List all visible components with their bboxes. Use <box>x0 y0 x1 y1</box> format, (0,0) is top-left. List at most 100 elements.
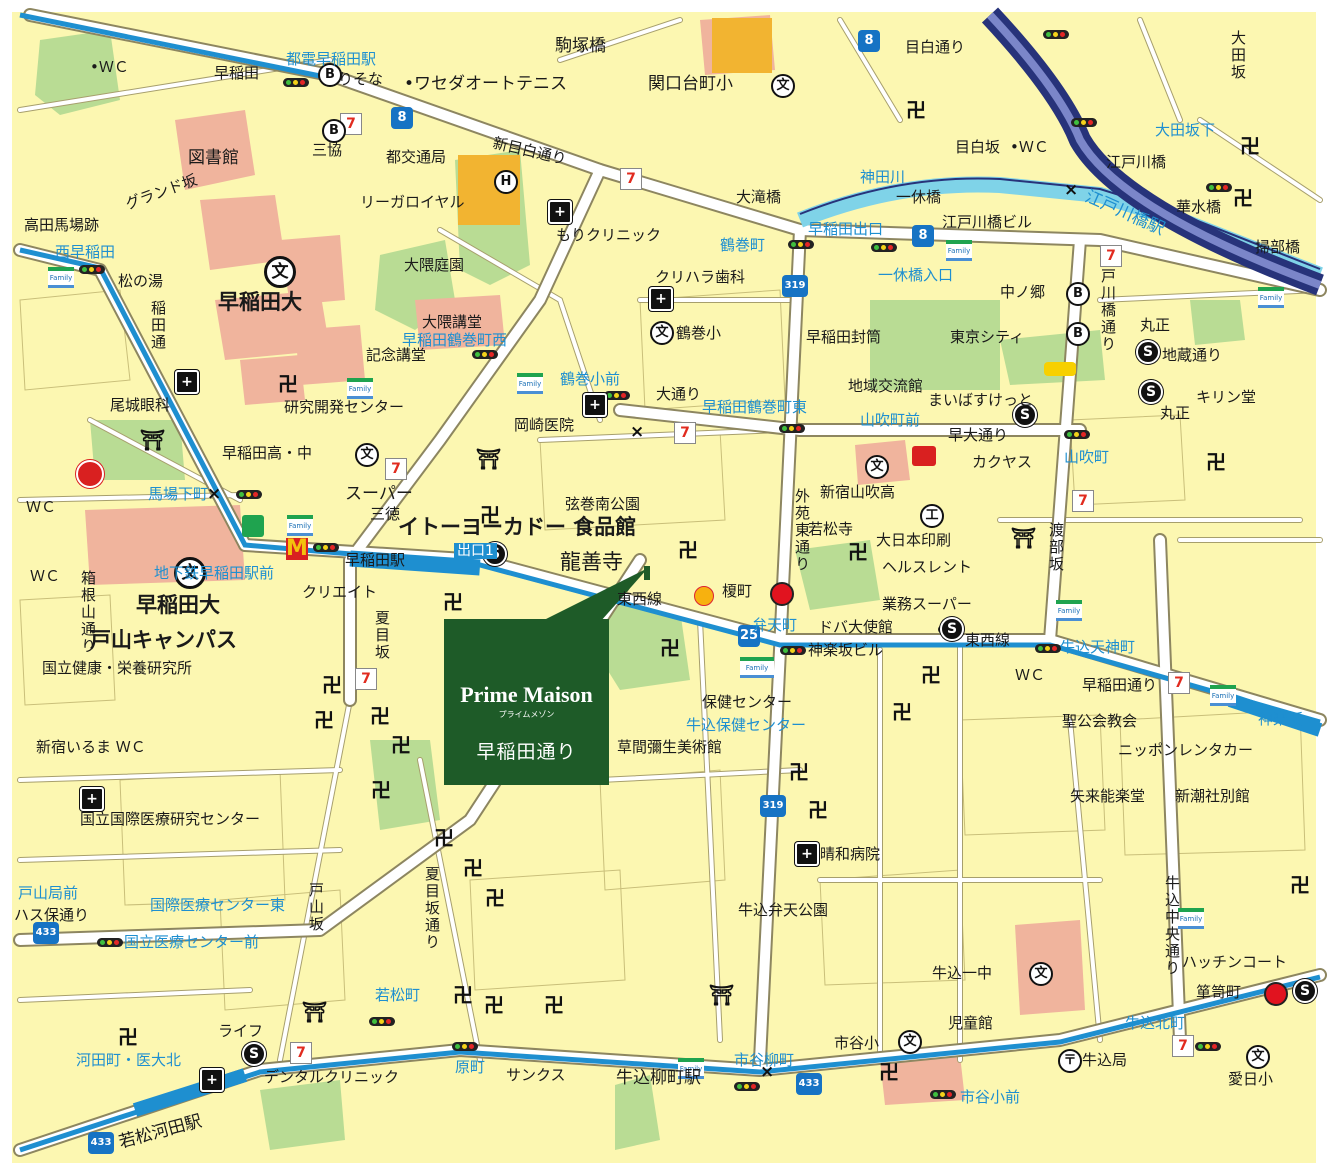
traffic-light-icon <box>97 938 123 947</box>
traffic-light-icon <box>1195 1042 1221 1051</box>
route-319-marker: 319 <box>760 795 786 817</box>
shrine-icon: ⛩ <box>140 428 166 452</box>
temple-icon: 卍 <box>879 1060 899 1084</box>
map-canvas: Prime Maison プライムメゾン 早稲田通り 8 8 8 319 319… <box>0 0 1328 1175</box>
temple-icon: 卍 <box>789 760 809 784</box>
label-ushigome-kyoku: 牛込局 <box>1082 1051 1128 1069</box>
label-dental: デンタルクリニック <box>264 1068 400 1086</box>
property-callout: Prime Maison プライムメゾン 早稲田通り <box>444 619 609 785</box>
convenience-store-icon: Family <box>1258 287 1284 308</box>
temple-icon: 卍 <box>892 700 912 724</box>
shrine-icon: ⛩ <box>709 983 735 1007</box>
label-hoken-center: 保健センター <box>702 693 793 711</box>
route-8-marker: 8 <box>912 225 934 247</box>
label-waseda-station: 早稲田駅 <box>345 551 406 569</box>
label-tsurumaki-sho-mae: 鶴巻小前 <box>560 370 621 388</box>
bank-icon: B <box>1066 322 1090 346</box>
label-wakamatsucho: 若松町 <box>375 986 421 1004</box>
convenience-store-icon: Family <box>740 657 774 678</box>
school-block <box>712 18 772 73</box>
traffic-light-icon <box>1064 430 1090 439</box>
label-creato: クリエイト <box>302 583 378 601</box>
label-gaien-higashi: 外苑東通り <box>793 488 811 573</box>
police-box-icon: × <box>630 422 645 442</box>
convenience-store-icon: Family <box>1210 685 1236 706</box>
seven-eleven-icon: 7 <box>385 458 407 480</box>
label-dobashi: ドバ大使館 <box>818 618 894 636</box>
label-wakamatsudera: 若松寺 <box>808 520 854 538</box>
route-433-marker: 433 <box>796 1073 822 1095</box>
label-jizo-dori: 地蔵通り <box>1162 346 1223 364</box>
label-waseda-university-2: 早稲田大 <box>136 593 220 617</box>
label-life: ライフ <box>218 1022 264 1040</box>
label-tozai-line: 東西線 <box>617 590 663 608</box>
traffic-light-icon <box>1043 30 1069 39</box>
temple-icon: 卍 <box>463 856 483 880</box>
label-wc-5: ＷＣ <box>1015 666 1046 684</box>
subway-icon: S <box>242 1042 266 1066</box>
label-toyama-yubin: 戸山局前 <box>18 884 79 902</box>
traffic-light-icon <box>1206 183 1232 192</box>
label-waseda-futo: 早稲田封筒 <box>806 328 882 346</box>
traffic-light-icon <box>472 350 498 359</box>
dennys-icon <box>1044 362 1076 376</box>
label-ichigaya-yanagicho: 市谷柳町 <box>734 1051 795 1069</box>
school-icon: 文 <box>865 455 889 479</box>
mos-burger-icon <box>242 515 264 537</box>
label-wasedori: 早大通り <box>948 426 1009 444</box>
temple-icon: 卍 <box>484 993 504 1017</box>
seven-eleven-icon: 7 <box>1172 1035 1194 1057</box>
label-odori: 大通り <box>656 385 702 403</box>
landmark-red-icon <box>1264 982 1288 1006</box>
label-takadanobaba: 高田馬場跡 <box>24 216 100 234</box>
temple-icon: 卍 <box>370 704 390 728</box>
traffic-light-icon <box>930 1090 956 1099</box>
label-toshokan: 図書館 <box>188 148 239 168</box>
label-aijitsu: 愛日小 <box>1228 1070 1274 1088</box>
label-haramachi: 原町 <box>455 1058 486 1076</box>
label-edogawabashi-dori: 戸川橋通り <box>1099 268 1117 353</box>
temple-icon: 卍 <box>371 778 391 802</box>
convenience-store-icon: Family <box>287 515 313 536</box>
label-ushigome-icchu: 牛込一中 <box>932 964 993 982</box>
bank-icon: B <box>1066 282 1090 306</box>
mcdonalds-icon: M <box>286 536 308 561</box>
landmark-red-icon <box>770 582 794 606</box>
convenience-store-icon: Family <box>347 378 373 399</box>
label-tozai-line-2: 東西線 <box>965 631 1011 649</box>
temple-icon: 卍 <box>921 663 941 687</box>
school-icon: 文 <box>264 256 296 288</box>
label-shinjuku-yamabuki: 新宿山吹高 <box>820 483 896 501</box>
label-risona: りそな <box>338 70 384 88</box>
label-naka-nogo: 中ノ郷 <box>1000 283 1046 301</box>
property-pin <box>644 566 650 580</box>
temple-icon: 卍 <box>808 798 828 822</box>
traffic-light-icon <box>79 265 105 274</box>
label-kurihara: クリハラ歯科 <box>655 268 746 286</box>
route-8-marker: 8 <box>858 30 880 52</box>
label-waseda-tennis: •ワセダオートテニス <box>404 74 568 94</box>
label-mejirozaka: 目白坂 <box>955 138 1001 156</box>
label-tokyo-city: 東京シティ <box>950 328 1025 346</box>
label-kinen-kodo: 記念講堂 <box>366 346 427 364</box>
temple-icon: 卍 <box>278 372 298 396</box>
label-seiwa: 晴和病院 <box>820 845 881 863</box>
label-ichigaya-sho-mae: 市谷小前 <box>960 1088 1021 1106</box>
label-mori-clinic: もりクリニック <box>556 226 662 244</box>
label-ushigome-kitamachi: 牛込北町 <box>1125 1014 1186 1032</box>
label-mejiro-dori: 目白通り <box>905 38 966 56</box>
label-kitoku: 三徳 <box>370 505 401 523</box>
property-logo: Prime Maison <box>460 682 593 707</box>
label-maruzen: 丸正 <box>1140 316 1171 334</box>
hospital-icon: + <box>583 393 607 417</box>
label-chiiki: 地域交流館 <box>848 377 924 395</box>
label-ichigaya-sho: 市谷小 <box>834 1034 880 1052</box>
hospital-icon: + <box>200 1068 224 1092</box>
label-toyama-campus: 戸山キャンパス <box>90 628 237 652</box>
label-waseda-dori-vert: 稲田通 <box>149 300 167 351</box>
label-yamabukicho: 山吹町 <box>1064 448 1110 466</box>
label-hanamizu: 華水橋 <box>1176 198 1222 216</box>
label-natsumezaka: 夏目坂 <box>373 610 391 661</box>
temple-icon: 卍 <box>443 590 463 614</box>
label-otaki: 大滝橋 <box>736 188 782 206</box>
